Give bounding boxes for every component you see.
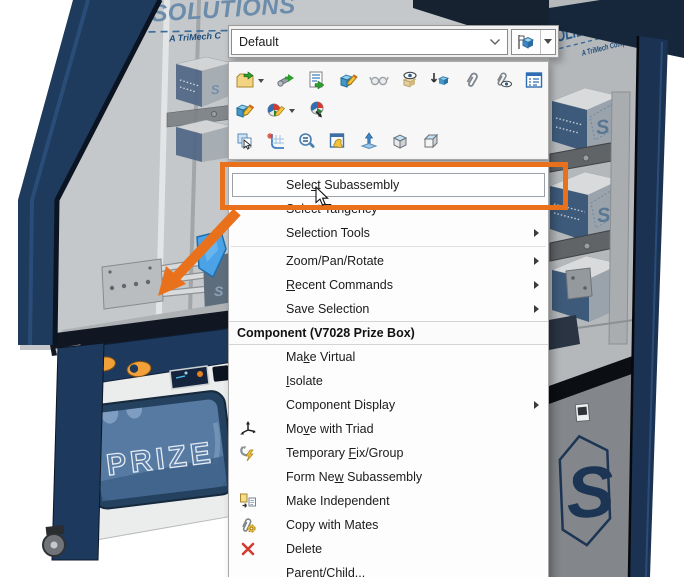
menu-item-form-new-subassembly[interactable]: Form New Subassembly xyxy=(229,465,548,489)
isometric-view-1-icon[interactable] xyxy=(390,131,410,151)
menu-item-isolate[interactable]: Isolate xyxy=(229,369,548,393)
display-state-button[interactable] xyxy=(511,29,556,55)
menu-item-make-virtual[interactable]: Make Virtual xyxy=(229,345,548,369)
rail-bracket xyxy=(566,268,592,299)
menu-item-save-selection[interactable]: Save Selection xyxy=(229,297,548,321)
edit-feature-icon[interactable] xyxy=(338,70,358,90)
menu-item-copy-with-mates[interactable]: Copy with Mates xyxy=(229,513,548,537)
menu-item-select-subassembly[interactable]: Select Subassembly xyxy=(229,173,548,197)
solidworks-viewport: SOLIDSOLUTIONS A TriMech C S xyxy=(0,0,684,577)
toolbar-row-3 xyxy=(235,126,542,155)
menu-item-component-display[interactable]: Component Display xyxy=(229,393,548,417)
view-mates-icon[interactable] xyxy=(493,70,513,90)
menu-item-recent-commands[interactable]: Recent Commands xyxy=(229,273,548,297)
move-triad-icon xyxy=(239,420,257,438)
menu-item-selection-tools[interactable]: Selection Tools xyxy=(229,221,548,245)
context-toolbar xyxy=(228,61,549,160)
display-state-dropdown[interactable] xyxy=(540,30,555,54)
crate-s-logo: S xyxy=(214,283,224,299)
side-panel-s: S xyxy=(563,451,616,534)
appearance-icon[interactable] xyxy=(266,100,286,120)
menu-section-header: Component (V7028 Prize Box) xyxy=(229,321,548,345)
suppress-icon[interactable] xyxy=(431,70,451,90)
new-sketch-icon[interactable] xyxy=(266,131,286,151)
context-config-bar: Default xyxy=(228,25,559,58)
menu-item-make-independent[interactable]: Make Independent xyxy=(229,489,548,513)
appearance-dropdown-icon[interactable] xyxy=(288,100,296,120)
open-component-dropdown-icon[interactable] xyxy=(257,70,265,90)
mate-icon[interactable] xyxy=(462,70,482,90)
appearances-window-icon[interactable] xyxy=(328,131,348,151)
submenu-arrow-icon xyxy=(534,401,539,409)
make-independent-icon xyxy=(239,492,257,510)
zoom-to-selection-icon[interactable] xyxy=(297,131,317,151)
menu-item-temporary-fix-group[interactable]: Temporary Fix/Group xyxy=(229,441,548,465)
menu-item-select-tangency[interactable]: Select Tangency xyxy=(229,197,548,221)
menu-item-parent-child[interactable]: Parent/Child... xyxy=(229,561,548,577)
prize-window: PRIZE xyxy=(82,390,236,511)
submenu-arrow-icon xyxy=(534,229,539,237)
rear-post xyxy=(609,92,630,344)
menu-item-move-with-triad[interactable]: Move with Triad xyxy=(229,417,548,441)
menu-item-delete[interactable]: Delete xyxy=(229,537,548,561)
edit-part-icon[interactable] xyxy=(235,100,255,120)
select-other-icon[interactable] xyxy=(235,131,255,151)
submenu-arrow-icon xyxy=(534,305,539,313)
display-state-cube-icon xyxy=(512,30,540,54)
submenu-arrow-icon xyxy=(534,281,539,289)
move-component-icon[interactable] xyxy=(359,131,379,151)
box-s-logo: S xyxy=(210,82,220,98)
context-menu: Select Subassembly Select Tangency Selec… xyxy=(228,161,549,577)
submenu-arrow-icon xyxy=(534,257,539,265)
delete-icon xyxy=(239,540,257,558)
configuration-value: Default xyxy=(239,35,489,49)
toolbar-row-1 xyxy=(235,66,542,95)
isometric-view-2-icon[interactable] xyxy=(421,131,441,151)
material-icon[interactable] xyxy=(307,100,327,120)
chevron-down-icon xyxy=(489,38,501,46)
open-component-icon[interactable] xyxy=(235,70,255,90)
hide-components-icon[interactable] xyxy=(400,70,420,90)
copy-with-mates-icon xyxy=(239,516,257,534)
open-drawing-icon[interactable] xyxy=(307,70,327,90)
configuration-combobox[interactable]: Default xyxy=(231,29,508,55)
toolbar-row-2 xyxy=(235,96,542,125)
change-transparency-icon[interactable] xyxy=(369,70,389,90)
machine-right-side: SOLIDSOLUTIONS A TriMech Compa S S xyxy=(545,0,684,577)
temporary-fix-icon xyxy=(239,444,257,462)
component-properties-icon[interactable] xyxy=(524,70,544,90)
edit-in-context-icon[interactable] xyxy=(276,70,296,90)
menu-item-zoom-pan-rotate[interactable]: Zoom/Pan/Rotate xyxy=(229,249,548,273)
